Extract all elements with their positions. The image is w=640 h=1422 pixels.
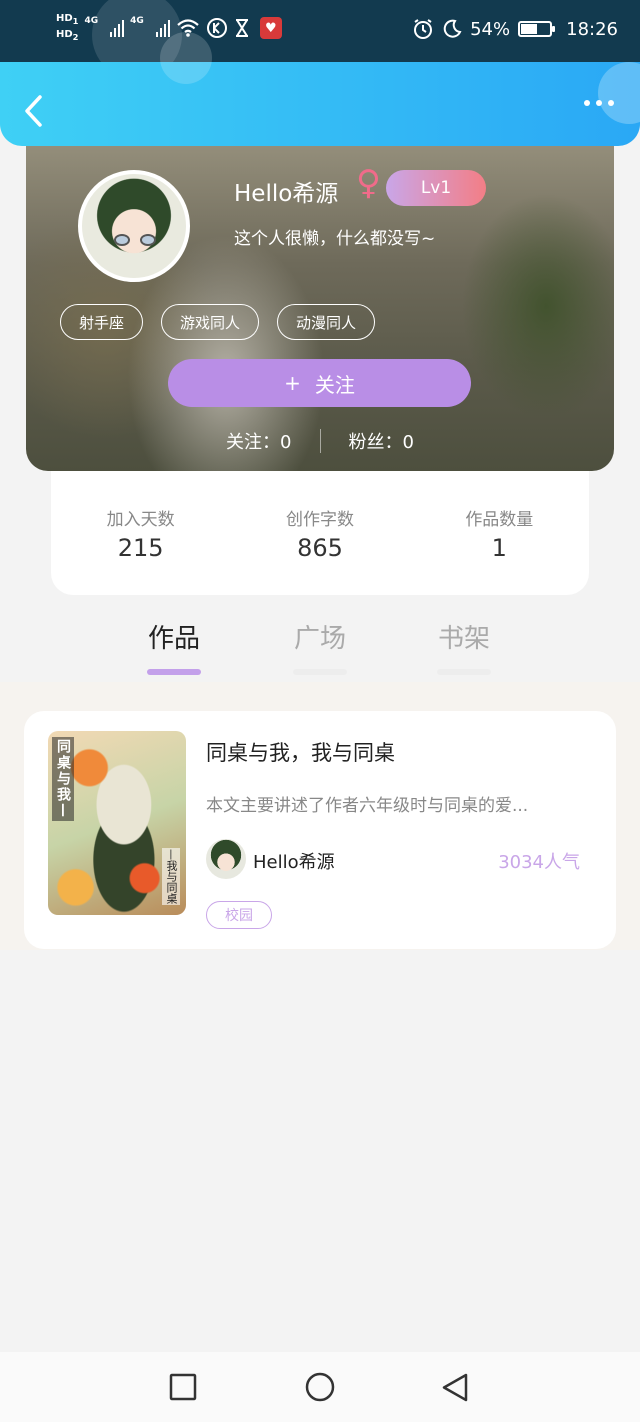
tab-indicator — [437, 669, 491, 675]
hd2-sub: 2 — [72, 32, 79, 42]
book-description: 本文主要讲述了作者六年级时与同桌的爱... — [206, 796, 529, 816]
profile-tag[interactable]: 动漫同人 — [277, 304, 376, 340]
more-options-button[interactable] — [584, 100, 614, 106]
status-bar: HD1 HD2 4G 4G ♥ 54% 18:26 — [0, 0, 640, 80]
stat-value: 215 — [117, 534, 164, 562]
profile-card: Hello希源 ♀ Lv1 这个人很懒，什么都没写~ 射手座 游戏同人 动漫同人… — [26, 126, 614, 471]
tab-label: 广场 — [293, 624, 346, 654]
content-tabs: 作品 广场 书架 — [0, 610, 640, 682]
following-label: 关注： — [226, 432, 281, 453]
chevron-left-icon — [25, 95, 42, 127]
home-button[interactable] — [304, 1372, 335, 1402]
heart-app-icon: ♥ — [259, 17, 282, 39]
cover-subtitle: —我与同桌 — [162, 848, 180, 905]
system-nav-bar — [0, 1352, 640, 1422]
fans-value: 0 — [402, 432, 414, 453]
popularity-count: 3034人气 — [498, 852, 580, 873]
book-cover[interactable]: 同桌与我— —我与同桌 — [48, 731, 186, 915]
recents-square-icon — [169, 1373, 197, 1401]
decorative-bubble — [598, 62, 640, 124]
fans-count[interactable]: 粉丝：0 — [349, 428, 414, 454]
tab-indicator — [147, 669, 201, 675]
back-nav-button[interactable] — [440, 1372, 470, 1402]
book-title: 同桌与我，我与同桌 — [206, 741, 395, 765]
signal-icon — [155, 19, 170, 37]
tab-indicator — [293, 669, 347, 675]
more-dots-icon — [584, 100, 590, 106]
more-dots-icon — [608, 100, 614, 106]
following-value: 0 — [280, 432, 292, 453]
signature: 这个人很懒，什么都没写~ — [234, 229, 436, 249]
profile-tag[interactable]: 射手座 — [60, 304, 144, 340]
female-gender-icon: ♀ — [356, 163, 381, 203]
profile-tag[interactable]: 游戏同人 — [161, 304, 260, 340]
cover-title: 同桌与我— — [52, 737, 74, 821]
divider — [319, 429, 321, 453]
plus-icon: + — [284, 371, 301, 395]
clock: 18:26 — [566, 18, 618, 40]
battery-icon — [518, 21, 556, 37]
follow-counts: 关注：0 粉丝：0 — [26, 428, 614, 454]
status-right: 54% 18:26 — [412, 18, 618, 40]
signal-icon — [110, 19, 125, 37]
hd1-label: HD — [56, 13, 73, 24]
decorative-bubble — [160, 32, 212, 84]
author-name: Hello希源 — [253, 852, 335, 873]
battery-percent: 54% — [470, 18, 511, 40]
tab-label: 书架 — [437, 624, 490, 654]
stat-label: 作品数量 — [465, 510, 534, 530]
author-avatar — [206, 839, 246, 879]
top-header — [0, 32, 640, 146]
stats-panel: 加入天数 215 创作字数 865 作品数量 1 — [51, 471, 589, 595]
net1-label: 4G — [84, 16, 99, 26]
k-app-icon — [206, 17, 228, 39]
following-count[interactable]: 关注：0 — [226, 428, 291, 454]
stat-value: 865 — [297, 534, 343, 562]
more-dots-icon — [596, 100, 602, 106]
stat-word-count: 创作字数 865 — [230, 471, 409, 595]
stat-join-days: 加入天数 215 — [51, 471, 230, 595]
fans-label: 粉丝： — [348, 432, 403, 453]
avatar-eye — [114, 234, 130, 246]
tab-square[interactable]: 广场 — [270, 618, 370, 675]
tab-label: 作品 — [147, 624, 200, 654]
hourglass-icon — [234, 18, 250, 38]
work-card[interactable]: 同桌与我— —我与同桌 同桌与我，我与同桌 本文主要讲述了作者六年级时与同桌的爱… — [24, 711, 616, 949]
tab-bookshelf[interactable]: 书架 — [414, 618, 514, 675]
tab-works[interactable]: 作品 — [124, 618, 224, 675]
avatar-eye — [140, 234, 156, 246]
stat-label: 加入天数 — [106, 510, 175, 530]
stat-value: 1 — [491, 534, 507, 562]
level-badge: Lv1 — [386, 170, 486, 206]
back-button[interactable] — [22, 94, 46, 127]
net2-label: 4G — [130, 16, 144, 26]
follow-button[interactable]: + 关注 — [168, 359, 471, 407]
hd2-label: HD — [56, 29, 73, 40]
stat-works-count: 作品数量 1 — [410, 471, 589, 595]
follow-label: 关注 — [314, 372, 355, 397]
stat-label: 创作字数 — [285, 510, 354, 530]
back-triangle-icon — [442, 1373, 468, 1402]
avatar[interactable] — [78, 170, 190, 282]
moon-icon — [442, 19, 462, 39]
home-circle-icon — [305, 1372, 335, 1402]
book-tag[interactable]: 校园 — [206, 901, 272, 929]
recents-button[interactable] — [168, 1372, 198, 1402]
hd1-sub: 1 — [72, 16, 79, 26]
profile-tags: 射手座 游戏同人 动漫同人 — [60, 304, 376, 340]
nickname: Hello希源 — [234, 181, 339, 207]
battery-fill — [521, 24, 538, 34]
hd-indicator: HD1 HD2 — [56, 12, 78, 44]
alarm-icon — [412, 18, 434, 40]
